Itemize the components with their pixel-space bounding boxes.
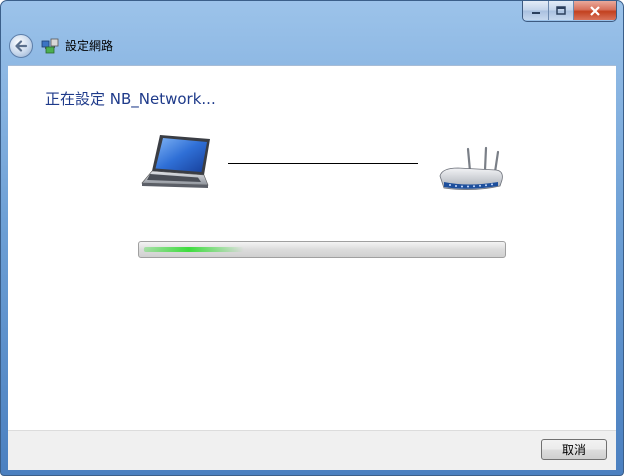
network-setup-icon	[41, 38, 59, 54]
progress-bar	[138, 241, 506, 258]
router-icon	[439, 146, 503, 190]
connection-line	[228, 163, 418, 164]
close-button[interactable]	[574, 1, 616, 20]
caption-buttons	[522, 1, 617, 22]
wizard-window: 設定網路 正在設定 NB_Network... 取消	[0, 0, 624, 476]
status-heading: 正在設定 NB_Network...	[45, 90, 216, 108]
close-icon	[590, 5, 600, 16]
footer-bar: 取消	[8, 430, 616, 470]
back-button[interactable]	[9, 34, 33, 58]
laptop-icon	[141, 135, 210, 188]
minimize-button[interactable]	[523, 1, 549, 20]
cancel-button[interactable]: 取消	[541, 439, 607, 460]
maximize-button[interactable]	[549, 1, 574, 20]
progress-glow	[143, 247, 244, 252]
content-pane: 正在設定 NB_Network...	[8, 65, 616, 431]
window-title: 設定網路	[65, 39, 114, 53]
minimize-icon	[531, 11, 540, 14]
title-bar: 設定網路	[1, 1, 623, 65]
back-arrow-icon	[15, 40, 28, 52]
maximize-icon	[556, 6, 566, 15]
